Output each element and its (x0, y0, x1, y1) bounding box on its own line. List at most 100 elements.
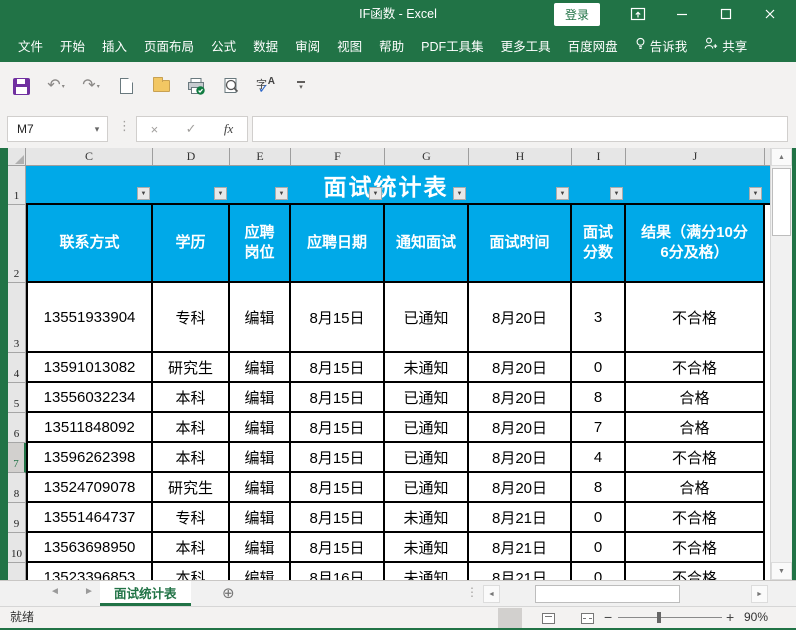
cell-E11[interactable]: 编辑 (230, 563, 291, 580)
zoom-level[interactable]: 90% (744, 607, 768, 628)
filter-button-D[interactable]: ▼ (214, 187, 227, 200)
cell-D5[interactable]: 本科 (153, 383, 230, 413)
cell-E10[interactable]: 编辑 (230, 533, 291, 563)
cell-J4[interactable]: 不合格 (626, 353, 765, 383)
cell-D8[interactable]: 研究生 (153, 473, 230, 503)
cell-J5[interactable]: 合格 (626, 383, 765, 413)
header-cell-C2[interactable]: 联系方式 (26, 205, 153, 283)
horizontal-scrollbar-thumb[interactable] (535, 585, 680, 603)
cell-C11[interactable]: 13523396853 (26, 563, 153, 580)
cell-J9[interactable]: 不合格 (626, 503, 765, 533)
login-button[interactable]: 登录 (554, 3, 600, 26)
cell-F9[interactable]: 8月15日 (291, 503, 385, 533)
cell-H6[interactable]: 8月20日 (469, 413, 572, 443)
menu-item-5[interactable]: 数据 (253, 36, 278, 55)
name-box-dropdown-icon[interactable]: ▾ (87, 124, 107, 135)
cell-I3[interactable]: 3 (572, 283, 626, 353)
cell-G7[interactable]: 已通知 (385, 443, 469, 473)
column-header-F[interactable]: F (291, 148, 385, 165)
menu-item-3[interactable]: 页面布局 (144, 36, 194, 55)
row-header-2[interactable]: 2 (8, 205, 26, 283)
cell-D11[interactable]: 本科 (153, 563, 230, 580)
cell-G8[interactable]: 已通知 (385, 473, 469, 503)
name-box[interactable]: M7 ▾ (7, 116, 108, 142)
cell-F7[interactable]: 8月15日 (291, 443, 385, 473)
hscroll-left-icon[interactable]: ◄ (483, 585, 500, 603)
cell-G3[interactable]: 已通知 (385, 283, 469, 353)
cell-F10[interactable]: 8月15日 (291, 533, 385, 563)
filter-button-I[interactable]: ▼ (610, 187, 623, 200)
cell-G4[interactable]: 未通知 (385, 353, 469, 383)
header-cell-E2[interactable]: 应聘 岗位 (230, 205, 291, 283)
menu-item-6[interactable]: 审阅 (295, 36, 320, 55)
row-header-10[interactable]: 10 (8, 533, 26, 563)
menu-item-2[interactable]: 插入 (102, 36, 127, 55)
merged-title-cell[interactable]: 面试统计表▼▼▼▼▼▼▼▼ (26, 166, 770, 205)
column-header-D[interactable]: D (153, 148, 230, 165)
enter-icon[interactable]: ✓ (186, 121, 197, 137)
close-button[interactable] (755, 1, 785, 27)
cell-E3[interactable]: 编辑 (230, 283, 291, 353)
cell-I11[interactable]: 0 (572, 563, 626, 580)
cell-C3[interactable]: 13551933904 (26, 283, 153, 353)
sheet-tab-active[interactable]: 面试统计表 (100, 581, 191, 606)
row-header-7[interactable]: 7 (8, 443, 26, 473)
row-header-4[interactable]: 4 (8, 353, 26, 383)
cell-G10[interactable]: 未通知 (385, 533, 469, 563)
cell-J6[interactable]: 合格 (626, 413, 765, 443)
cell-C6[interactable]: 13511848092 (26, 413, 153, 443)
formula-input[interactable] (252, 116, 788, 142)
cell-F8[interactable]: 8月15日 (291, 473, 385, 503)
filter-button-J[interactable]: ▼ (749, 187, 762, 200)
zoom-slider-thumb[interactable] (657, 612, 661, 623)
zoom-in-icon[interactable]: + (726, 607, 734, 628)
cell-H11[interactable]: 8月21日 (469, 563, 572, 580)
redo-icon[interactable]: ↷▾ (80, 75, 102, 97)
cell-J8[interactable]: 合格 (626, 473, 765, 503)
cell-D6[interactable]: 本科 (153, 413, 230, 443)
cell-C8[interactable]: 13524709078 (26, 473, 153, 503)
cell-D10[interactable]: 本科 (153, 533, 230, 563)
vertical-scrollbar[interactable]: ▲ ▼ (770, 148, 792, 580)
select-all-button[interactable] (8, 148, 26, 165)
header-cell-H2[interactable]: 面试时间 (469, 205, 572, 283)
cell-I9[interactable]: 0 (572, 503, 626, 533)
page-break-view-icon[interactable] (575, 608, 599, 628)
cell-H8[interactable]: 8月20日 (469, 473, 572, 503)
open-folder-icon[interactable] (150, 75, 172, 97)
cell-I5[interactable]: 8 (572, 383, 626, 413)
header-cell-F2[interactable]: 应聘日期 (291, 205, 385, 283)
vertical-scrollbar-thumb[interactable] (772, 168, 791, 236)
row-header-5[interactable]: 5 (8, 383, 26, 413)
cell-E5[interactable]: 编辑 (230, 383, 291, 413)
header-cell-G2[interactable]: 通知面试 (385, 205, 469, 283)
menu-item-13[interactable]: 共享 (704, 36, 747, 55)
zoom-slider-track[interactable] (618, 617, 722, 618)
menu-item-11[interactable]: 百度网盘 (568, 36, 618, 55)
spell-check-icon[interactable]: 字A✓ (255, 75, 277, 97)
cell-H5[interactable]: 8月20日 (469, 383, 572, 413)
insert-function-icon[interactable]: fx (224, 121, 233, 137)
menu-item-4[interactable]: 公式 (211, 36, 236, 55)
scroll-up-icon[interactable]: ▲ (771, 148, 792, 166)
header-cell-I2[interactable]: 面试 分数 (572, 205, 626, 283)
normal-view-icon[interactable] (498, 608, 522, 628)
menu-item-file[interactable]: 文件 (18, 36, 43, 55)
cell-C9[interactable]: 13551464737 (26, 503, 153, 533)
row-header-6[interactable]: 6 (8, 413, 26, 443)
cell-I4[interactable]: 0 (572, 353, 626, 383)
row-header-11[interactable]: 11 (8, 563, 26, 580)
cell-F6[interactable]: 8月15日 (291, 413, 385, 443)
print-preview-icon[interactable] (220, 75, 242, 97)
column-header-C[interactable]: C (26, 148, 153, 165)
cancel-icon[interactable]: × (151, 122, 159, 137)
column-header-E[interactable]: E (230, 148, 291, 165)
sheet-nav-right-icon[interactable]: ► (84, 586, 94, 597)
cell-G9[interactable]: 未通知 (385, 503, 469, 533)
cell-D9[interactable]: 专科 (153, 503, 230, 533)
menu-item-1[interactable]: 开始 (60, 36, 85, 55)
header-cell-J2[interactable]: 结果（满分10分 6分及格） (626, 205, 765, 283)
cell-I10[interactable]: 0 (572, 533, 626, 563)
cell-H10[interactable]: 8月21日 (469, 533, 572, 563)
cell-D7[interactable]: 本科 (153, 443, 230, 473)
